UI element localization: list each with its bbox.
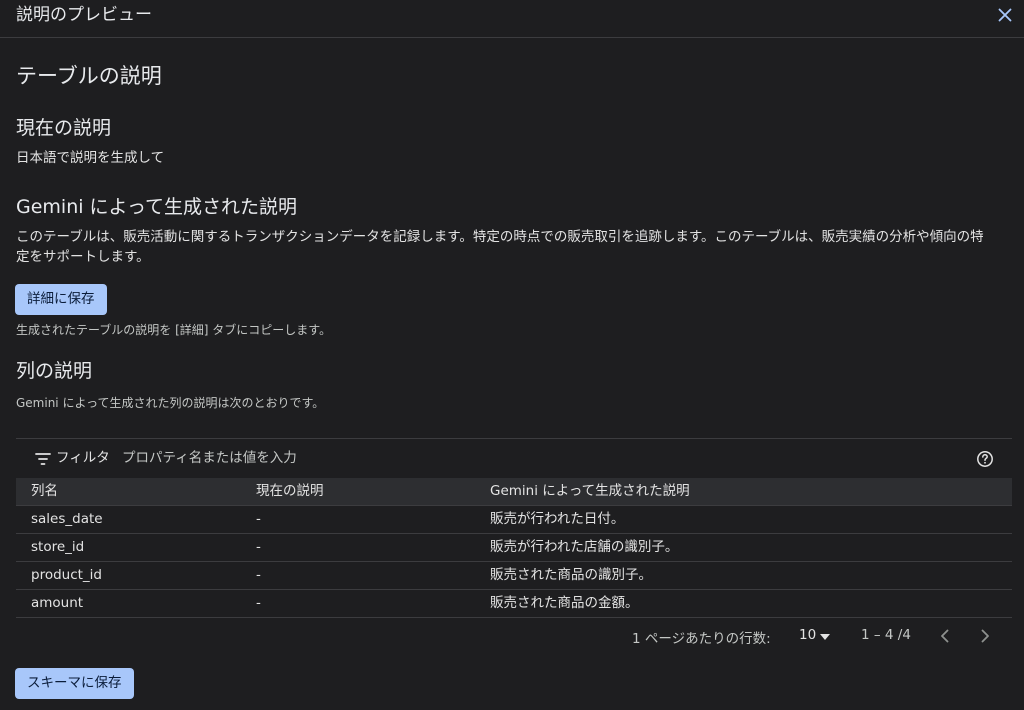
cell-gemini-description: 販売された商品の識別子。 xyxy=(490,567,652,583)
table-row: sales_date - 販売が行われた日付。 xyxy=(16,506,1012,534)
gemini-description-line1: このテーブルは、販売活動に関するトランザクションデータを記録します。特定の時点で… xyxy=(16,229,984,245)
save-to-schema-button[interactable]: スキーマに保存 xyxy=(15,668,134,699)
chevron-right-icon[interactable] xyxy=(977,628,993,644)
table-description-heading: テーブルの説明 xyxy=(16,64,162,88)
chevron-left-icon[interactable] xyxy=(937,628,953,644)
cell-column-name: product_id xyxy=(31,567,102,583)
table-row: product_id - 販売された商品の識別子。 xyxy=(16,562,1012,590)
gemini-description-line2: 定をサポートします。 xyxy=(16,249,150,265)
column-description-table: 列名 現在の説明 Gemini によって生成された説明 sales_date -… xyxy=(16,478,1012,618)
save-to-details-button[interactable]: 詳細に保存 xyxy=(15,284,107,315)
table-header-row: 列名 現在の説明 Gemini によって生成された説明 xyxy=(16,478,1012,506)
cell-current-description: - xyxy=(256,595,261,611)
filter-label[interactable]: フィルタ xyxy=(56,448,110,468)
table-row: amount - 販売された商品の金額。 xyxy=(16,590,1012,618)
page-range: 1 – 4 /4 xyxy=(861,627,911,643)
cell-gemini-description: 販売された商品の金額。 xyxy=(490,595,639,611)
cell-column-name: store_id xyxy=(31,539,85,555)
save-to-details-hint: 生成されたテーブルの説明を [詳細] タブにコピーします。 xyxy=(16,323,332,337)
cell-gemini-description: 販売が行われた店舗の識別子。 xyxy=(490,539,679,555)
cell-current-description: - xyxy=(256,539,261,555)
close-icon[interactable] xyxy=(994,4,1016,26)
filter-input[interactable] xyxy=(122,447,722,469)
dialog-header: 説明のプレビュー xyxy=(0,0,1024,38)
cell-column-name: sales_date xyxy=(31,511,103,527)
column-header-gemini[interactable]: Gemini によって生成された説明 xyxy=(490,478,690,505)
current-description-text: 日本語で説明を生成して xyxy=(16,150,165,166)
filter-icon[interactable] xyxy=(35,451,51,467)
dropdown-caret-icon[interactable] xyxy=(819,633,831,641)
column-description-subtext: Gemini によって生成された列の説明は次のとおりです。 xyxy=(16,396,325,410)
column-description-heading: 列の説明 xyxy=(16,360,93,382)
rows-per-page-label: 1 ページあたりの行数: xyxy=(632,631,771,647)
gemini-description-heading: Gemini によって生成された説明 xyxy=(16,196,298,218)
dialog-title: 説明のプレビュー xyxy=(16,5,152,25)
cell-current-description: - xyxy=(256,511,261,527)
rows-per-page-select[interactable]: 10 xyxy=(799,627,816,643)
cell-column-name: amount xyxy=(31,595,84,611)
filter-bar: フィルタ xyxy=(16,438,1012,478)
pagination: 1 ページあたりの行数: 10 1 – 4 /4 xyxy=(0,625,1024,649)
column-header-name[interactable]: 列名 xyxy=(31,478,58,505)
current-description-heading: 現在の説明 xyxy=(16,117,112,139)
cell-current-description: - xyxy=(256,567,261,583)
column-header-current[interactable]: 現在の説明 xyxy=(256,478,324,505)
table-row: store_id - 販売が行われた店舗の識別子。 xyxy=(16,534,1012,562)
cell-gemini-description: 販売が行われた日付。 xyxy=(490,511,625,527)
help-icon[interactable] xyxy=(976,450,994,468)
